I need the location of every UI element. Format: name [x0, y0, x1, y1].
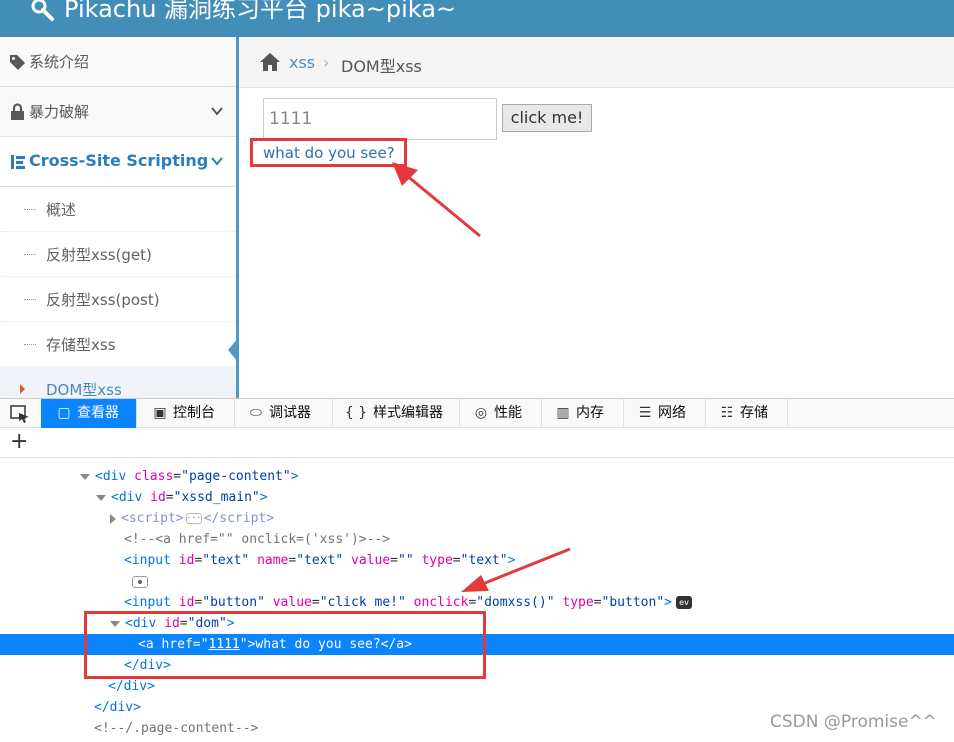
highlight-box-dom [84, 611, 486, 679]
click-me-button[interactable]: click me! [502, 104, 592, 132]
tab-network[interactable]: ☰ 网络 [624, 399, 706, 428]
console-icon: ▣ [153, 405, 167, 421]
browser-page: Pikachu 漏洞练习平台 pika~pika~ 系统介绍 暴力破解 Cros… [0, 0, 954, 742]
submenu-label: DOM型xss [46, 381, 122, 398]
tab-label: 控制台 [173, 405, 215, 421]
submenu-item-reflected-get[interactable]: 反射型xss(get) [0, 232, 236, 277]
ellipsis-icon[interactable]: ··· [185, 513, 202, 524]
tab-storage[interactable]: ☷ 存储 [706, 399, 788, 428]
text-input[interactable] [263, 98, 497, 140]
chevron-down-icon [211, 157, 223, 166]
expand-icon[interactable] [110, 513, 116, 524]
caret-right-icon [20, 384, 25, 394]
tree-row[interactable]: <div class="page-content"> [0, 466, 954, 487]
submenu-label: 存储型xss [46, 336, 116, 354]
tree-connector [24, 254, 36, 255]
sidebar-item-intro[interactable]: 系统介绍 [0, 37, 237, 87]
sidebar-item-label: 系统介绍 [29, 53, 90, 71]
tab-debugger[interactable]: ⬭ 调试器 [235, 399, 333, 428]
submenu-item-dom-xss[interactable]: DOM型xss [0, 367, 236, 398]
tab-label: 性能 [494, 405, 522, 421]
devtools-toolbar: + [0, 428, 954, 458]
devtools-panel: ▢ 查看器 ▣ 控制台 ⬭ 调试器 { } 样式编辑器 ◎ 性能 ▥ 内存 ☰ 网络 ☷ 存储 [0, 398, 954, 742]
breadcrumb: xss › DOM型xss [239, 37, 954, 88]
wrench-icon [31, 0, 54, 21]
event-badge[interactable]: ev [675, 596, 692, 609]
performance-icon: ◎ [474, 405, 488, 421]
devtools-tabbar: ▢ 查看器 ▣ 控制台 ⬭ 调试器 { } 样式编辑器 ◎ 性能 ▥ 内存 ☰ 网络 ☷ 存储 [0, 399, 954, 428]
storage-icon: ☷ [720, 405, 734, 421]
tab-performance[interactable]: ◎ 性能 [460, 399, 542, 428]
submenu-label: 反射型xss(get) [46, 246, 152, 264]
tree-row[interactable] [0, 571, 954, 592]
submenu-item-overview[interactable]: 概述 [0, 187, 236, 232]
inspector-icon: ▢ [57, 405, 71, 421]
sidebar-item-xss[interactable]: Cross-Site Scripting [0, 137, 237, 187]
page-content: click me! what do you see? [239, 88, 954, 398]
tab-memory[interactable]: ▥ 内存 [542, 399, 624, 428]
watermark: CSDN @Promise^^ [770, 712, 937, 732]
submenu-label: 反射型xss(post) [46, 291, 160, 309]
collapse-icon[interactable] [80, 473, 90, 480]
breadcrumb-link[interactable]: xss [289, 53, 315, 72]
tree-connector [24, 344, 36, 345]
tags-icon [10, 55, 25, 70]
lock-icon [11, 103, 24, 120]
tree-row[interactable]: <div id="xssd_main"> [0, 487, 954, 508]
chevron-down-icon [211, 107, 223, 116]
element-picker-icon[interactable] [10, 405, 30, 423]
submenu-label: 概述 [46, 201, 77, 219]
tree-row[interactable]: <!--<a href="" onclick=('xss')>--> [0, 529, 954, 550]
tree-connector [24, 209, 36, 210]
dom-tree: <div class="page-content"> <div id="xssd… [0, 458, 954, 742]
tab-label: 内存 [576, 405, 604, 421]
tree-row[interactable]: <input id="text" name="text" value="" ty… [0, 550, 954, 571]
sidebar-item-label: Cross-Site Scripting [29, 151, 209, 170]
tab-console[interactable]: ▣ 控制台 [137, 399, 235, 428]
sidebar: 系统介绍 暴力破解 Cross-Site Scripting 概述 反射型xss… [0, 37, 238, 398]
tree-connector [24, 299, 36, 300]
tree-row[interactable]: </div> [0, 676, 954, 697]
debugger-icon: ⬭ [250, 405, 262, 421]
tab-inspector[interactable]: ▢ 查看器 [41, 399, 137, 428]
braces-icon: { } [344, 405, 368, 421]
network-icon: ☰ [638, 405, 652, 421]
sidebar-item-label: 暴力破解 [29, 103, 90, 121]
sitemap-icon [11, 155, 25, 169]
top-navbar: Pikachu 漏洞练习平台 pika~pika~ [0, 0, 954, 37]
tab-label: 网络 [658, 405, 686, 421]
add-node-button[interactable]: + [10, 430, 28, 454]
memory-icon: ▥ [556, 405, 570, 421]
tree-row[interactable]: <input id="button" value="click me!" onc… [0, 592, 954, 613]
highlight-box-link [250, 138, 407, 167]
breadcrumb-separator: › [323, 53, 330, 72]
collapse-icon[interactable] [96, 494, 106, 501]
tab-style-editor[interactable]: { } 样式编辑器 [333, 399, 460, 428]
tab-label: 样式编辑器 [373, 405, 443, 421]
tree-row-clipped [0, 458, 954, 466]
active-indicator [228, 338, 238, 362]
tab-label: 查看器 [77, 405, 119, 421]
shadow-root-icon[interactable] [132, 575, 148, 588]
tab-label: 存储 [740, 405, 768, 421]
app-title[interactable]: Pikachu 漏洞练习平台 pika~pika~ [64, 0, 456, 26]
sidebar-item-bruteforce[interactable]: 暴力破解 [0, 87, 237, 137]
submenu-item-stored[interactable]: 存储型xss [0, 322, 236, 367]
tree-row[interactable]: <script> ··· </script> [0, 508, 954, 529]
submenu-item-reflected-post[interactable]: 反射型xss(post) [0, 277, 236, 322]
tab-label: 调试器 [269, 405, 311, 421]
home-icon[interactable] [259, 52, 281, 72]
breadcrumb-current: DOM型xss [341, 57, 422, 76]
